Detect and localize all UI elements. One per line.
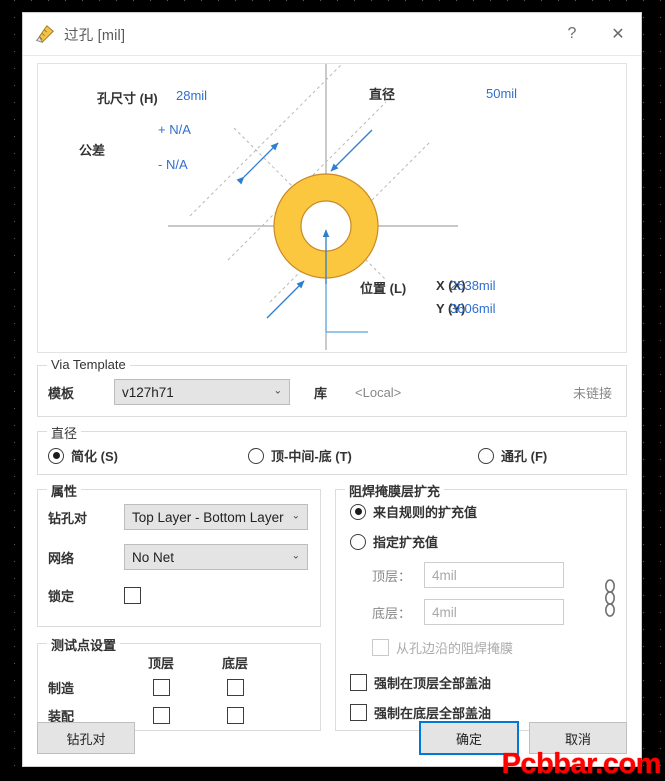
- soldermask-manual-option[interactable]: 指定扩充值: [350, 532, 618, 551]
- properties-group-title: 属性: [47, 481, 81, 500]
- window-title: 过孔 [mil]: [64, 24, 125, 45]
- testpoint-row-fabrication: 制造: [38, 672, 320, 697]
- soldermask-bottom-input[interactable]: [424, 599, 564, 625]
- soldermask-rule-label: 来自规则的扩充值: [373, 502, 477, 521]
- radio-soldermask-manual[interactable]: [350, 534, 366, 550]
- via-properties-dialog: 过孔 [mil] ? ✕: [22, 12, 642, 767]
- template-combo-wrap[interactable]: v127h71 ⌄: [114, 379, 290, 405]
- testpoint-fabrication-top-checkbox[interactable]: [153, 679, 170, 696]
- title-bar: 过孔 [mil] ? ✕: [23, 13, 641, 56]
- soldermask-rule-option[interactable]: 来自规则的扩充值: [350, 502, 618, 521]
- lock-checkbox[interactable]: [124, 587, 141, 604]
- window-controls: ? ✕: [549, 13, 641, 55]
- force-top-checkbox[interactable]: [350, 674, 367, 691]
- drill-pair-combo-wrap[interactable]: Top Layer - Bottom Layer ⌄: [124, 504, 308, 530]
- soldermask-top-input[interactable]: [424, 562, 564, 588]
- testpoint-col-bottom: 底层: [198, 653, 272, 672]
- hole-size-label: 孔尺寸 (H): [97, 88, 158, 107]
- hole-size-value: 28mil: [176, 88, 207, 103]
- help-button[interactable]: ?: [549, 13, 595, 55]
- template-label: 模板: [48, 383, 114, 402]
- diameter-option-through-label: 通孔 (F): [501, 446, 547, 465]
- diameter-option-simple-label: 简化 (S): [71, 446, 118, 465]
- via-ruler-icon: [34, 23, 56, 45]
- dialog-body: 孔尺寸 (H) 28mil 公差 + N/A - N/A 直径 50mil 位置…: [23, 63, 641, 731]
- soldermask-manual-label: 指定扩充值: [373, 532, 438, 551]
- net-combo[interactable]: No Net: [124, 544, 308, 570]
- location-x-value: 2538mil: [450, 278, 496, 293]
- properties-group: 属性 钻孔对 Top Layer - Bottom Layer ⌄ 网络 No …: [37, 489, 321, 627]
- net-label: 网络: [48, 548, 124, 567]
- soldermask-from-hole-edge-checkbox[interactable]: [372, 639, 389, 656]
- dialog-footer: 钻孔对 确定 取消: [23, 710, 641, 766]
- force-top-option[interactable]: 强制在顶层全部盖油: [350, 673, 618, 692]
- soldermask-group-title: 阻焊掩膜层扩充: [345, 481, 444, 500]
- radio-simple[interactable]: [48, 448, 64, 464]
- close-button[interactable]: ✕: [595, 13, 641, 55]
- cancel-button[interactable]: 取消: [529, 722, 627, 754]
- diameter-option-top-mid-bottom[interactable]: 顶-中间-底 (T): [248, 446, 478, 465]
- via-template-group-title: Via Template: [47, 357, 130, 372]
- library-value: <Local>: [355, 385, 401, 400]
- testpoint-group-title: 测试点设置: [47, 635, 120, 654]
- testpoint-col-top: 顶层: [124, 653, 198, 672]
- chain-link-icon: [602, 578, 618, 628]
- diameter-option-top-mid-bottom-label: 顶-中间-底 (T): [271, 446, 352, 465]
- diameter-group-title: 直径: [47, 423, 81, 442]
- soldermask-from-hole-edge-label: 从孔边沿的阻焊掩膜: [396, 638, 513, 657]
- soldermask-bottom-label: 底层：: [372, 603, 424, 622]
- drill-pair-label: 钻孔对: [48, 508, 124, 527]
- location-label: 位置 (L): [360, 278, 406, 297]
- tolerance-plus-value: + N/A: [158, 122, 191, 137]
- via-template-group: Via Template 模板 v127h71 ⌄ 库 <Local> 未链接: [37, 365, 627, 417]
- library-label: 库: [314, 383, 327, 402]
- diameter-group: 直径 简化 (S) 顶-中间-底 (T) 通孔 (F): [37, 431, 627, 475]
- tolerance-minus-value: - N/A: [158, 157, 188, 172]
- soldermask-group: 阻焊掩膜层扩充 来自规则的扩充值 指定扩充值: [335, 489, 627, 731]
- radio-top-mid-bottom[interactable]: [248, 448, 264, 464]
- link-status: 未链接: [573, 383, 612, 402]
- ok-button[interactable]: 确定: [419, 721, 519, 755]
- drill-pair-button[interactable]: 钻孔对: [37, 722, 135, 754]
- testpoint-fabrication-label: 制造: [48, 678, 124, 697]
- radio-soldermask-rule[interactable]: [350, 504, 366, 520]
- lock-label: 锁定: [48, 586, 124, 605]
- testpoint-fabrication-bottom-checkbox[interactable]: [227, 679, 244, 696]
- net-combo-wrap[interactable]: No Net ⌄: [124, 544, 308, 570]
- soldermask-top-label: 顶层：: [372, 566, 424, 585]
- radio-through[interactable]: [478, 448, 494, 464]
- soldermask-from-hole-edge-option[interactable]: 从孔边沿的阻焊掩膜: [372, 638, 618, 657]
- diameter-value: 50mil: [486, 86, 517, 101]
- diameter-option-through[interactable]: 通孔 (F): [478, 446, 547, 465]
- tolerance-label: 公差: [79, 140, 105, 159]
- diameter-option-simple[interactable]: 简化 (S): [48, 446, 248, 465]
- via-preview-panel: 孔尺寸 (H) 28mil 公差 + N/A - N/A 直径 50mil 位置…: [37, 63, 627, 353]
- diameter-label: 直径: [369, 84, 395, 103]
- template-combo[interactable]: v127h71: [114, 379, 290, 405]
- location-y-value: 3606mil: [450, 301, 496, 316]
- drill-pair-combo[interactable]: Top Layer - Bottom Layer: [124, 504, 308, 530]
- force-top-label: 强制在顶层全部盖油: [374, 673, 491, 692]
